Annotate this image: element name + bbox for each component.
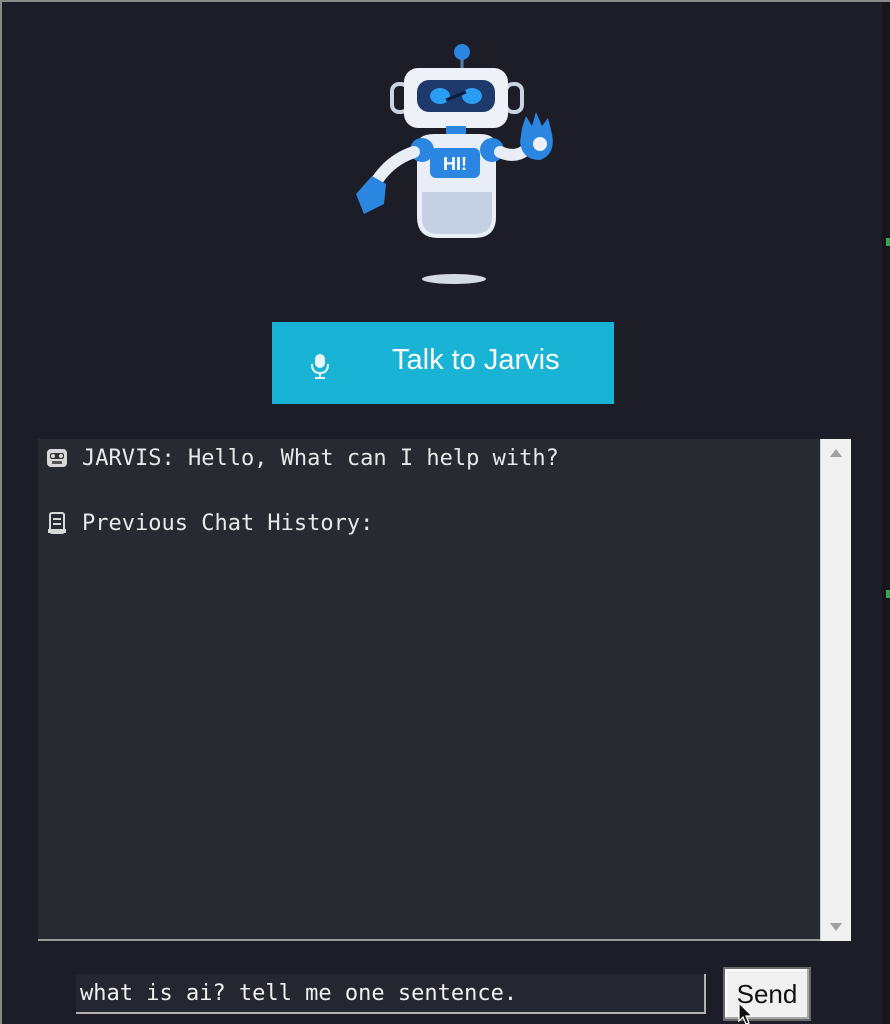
chat-message: JARVIS: Hello, What can I help with? bbox=[38, 445, 559, 471]
talk-to-jarvis-button[interactable]: Talk to Jarvis bbox=[272, 322, 614, 404]
chat-scrollbar[interactable] bbox=[820, 439, 851, 941]
mouse-cursor-icon bbox=[738, 1002, 754, 1024]
scroll-up-arrow-icon[interactable] bbox=[830, 449, 842, 457]
send-button[interactable]: Send bbox=[723, 967, 811, 1021]
chat-message: Previous Chat History: bbox=[38, 510, 373, 536]
microphone-icon bbox=[311, 354, 329, 379]
hi-badge-label: HI! bbox=[443, 154, 467, 174]
talk-button-label: Talk to Jarvis bbox=[392, 344, 560, 376]
edge-marker bbox=[886, 590, 890, 598]
chat-log[interactable]: JARVIS: Hello, What can I help with? Pre… bbox=[38, 439, 851, 941]
scroll-down-arrow-icon[interactable] bbox=[830, 923, 842, 931]
robot-mascot-icon: HI! bbox=[356, 44, 553, 284]
chat-message-text: Previous Chat History: bbox=[82, 510, 374, 536]
jarvis-app-window: HI! Talk to Jarvis JARVIS: Hello, What c… bbox=[0, 0, 890, 1024]
edge-marker bbox=[886, 238, 890, 246]
scroll-icon bbox=[48, 512, 66, 534]
robot-icon bbox=[47, 449, 67, 467]
chat-message-text: JARVIS: Hello, What can I help with? bbox=[82, 445, 559, 471]
window-edge bbox=[882, 2, 890, 1024]
message-input[interactable] bbox=[76, 974, 706, 1014]
